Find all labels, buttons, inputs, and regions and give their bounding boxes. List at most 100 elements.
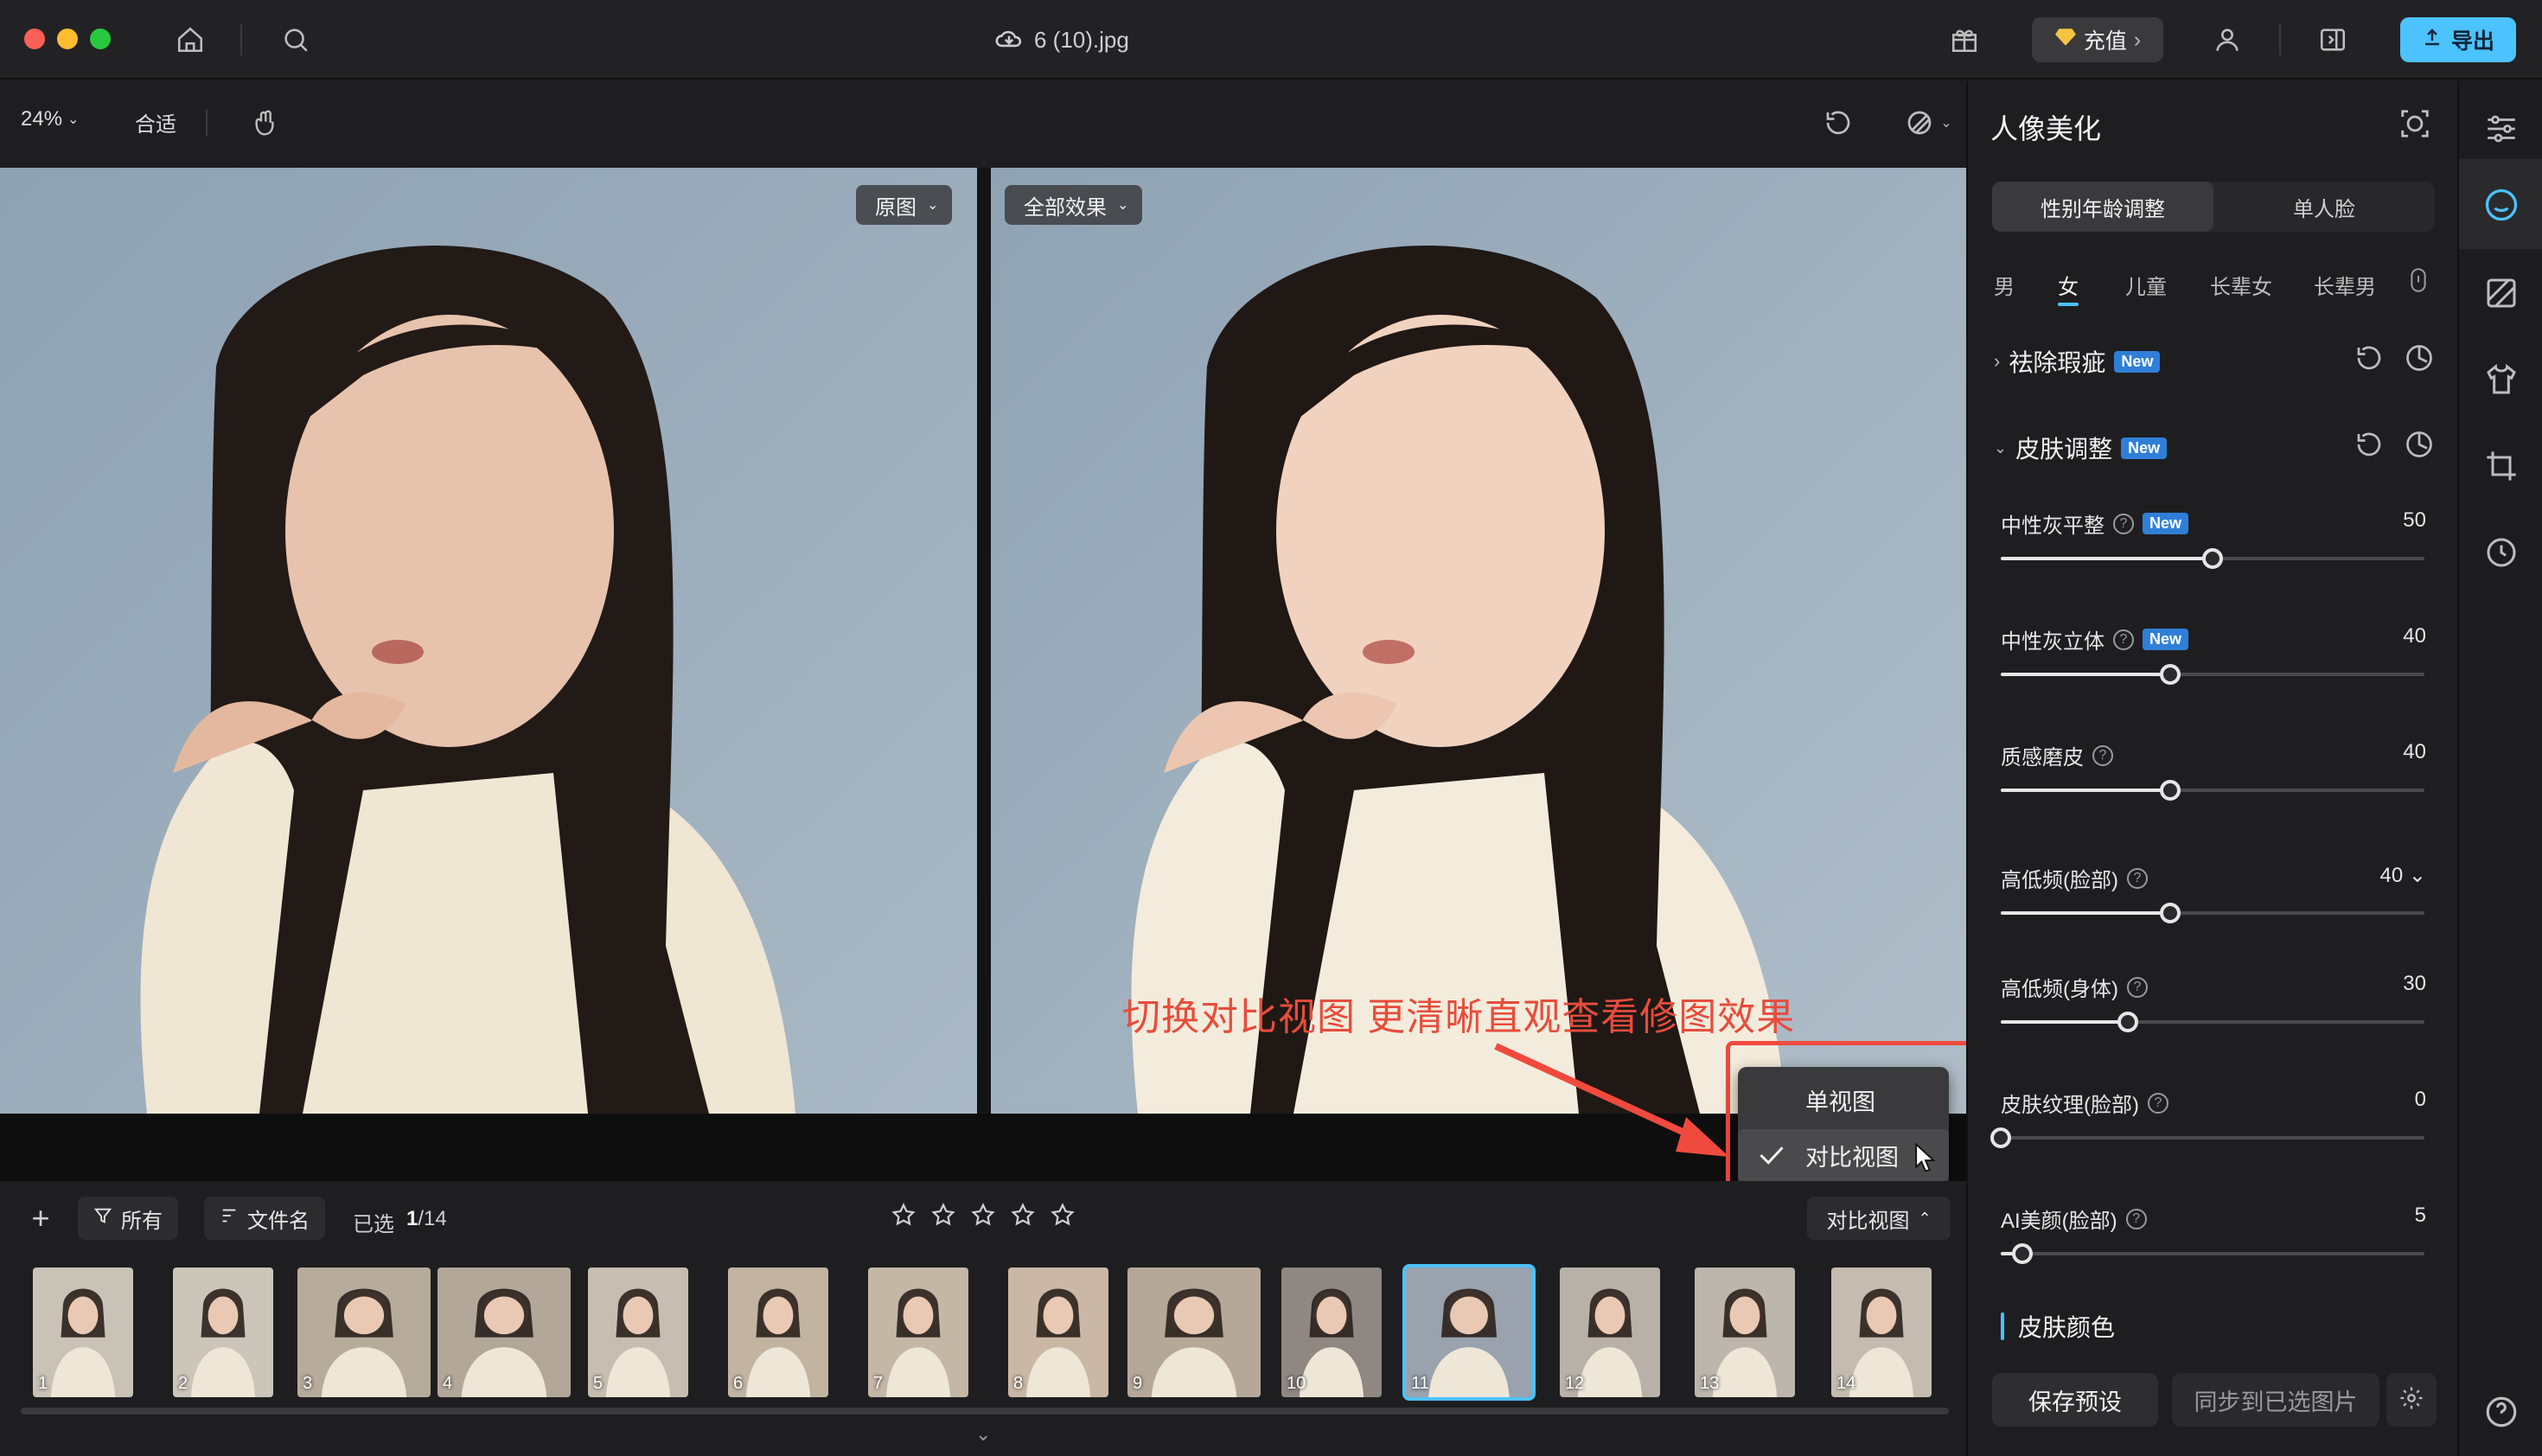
face-detect-icon[interactable] — [2398, 107, 2431, 144]
help-icon[interactable]: ? — [2147, 1092, 2168, 1114]
thumbnail[interactable]: 11 — [1402, 1264, 1536, 1401]
slider-track[interactable] — [2001, 664, 2424, 685]
toggle-effect-icon[interactable] — [2404, 429, 2437, 462]
help-icon[interactable]: ? — [2126, 867, 2148, 889]
section-skin-color[interactable]: 皮肤颜色 — [2001, 1309, 2115, 1344]
recharge-button[interactable]: 充值 › — [2032, 17, 2163, 62]
reset-icon[interactable] — [2354, 342, 2386, 375]
gift-icon[interactable] — [1944, 19, 1985, 61]
thumbnail[interactable]: 6 — [728, 1268, 828, 1397]
help-icon[interactable]: ? — [2113, 513, 2134, 534]
annotation-arrow — [1494, 1043, 1729, 1157]
window-maximize-button[interactable] — [90, 29, 111, 49]
slider-track[interactable] — [2001, 1243, 2424, 1264]
crop-icon[interactable] — [2480, 444, 2523, 488]
thumbnail[interactable]: 9 — [1127, 1268, 1261, 1397]
thumbnail[interactable]: 3 — [297, 1268, 431, 1397]
rating-star-icon[interactable] — [930, 1202, 956, 1232]
window-close-button[interactable] — [24, 29, 45, 49]
slider-label-text: 中性灰平整 — [2001, 514, 2104, 538]
slider-label: 质感磨皮? — [2001, 740, 2113, 770]
user-icon[interactable] — [2207, 19, 2248, 61]
help-icon[interactable]: ? — [2092, 744, 2113, 766]
tab-female[interactable]: 女 — [2058, 270, 2079, 300]
slider-handle[interactable] — [2160, 780, 2181, 801]
sync-selected-button[interactable]: 同步到已选图片 — [2172, 1373, 2379, 1427]
slider-track[interactable] — [2001, 1012, 2424, 1032]
toggle-effect-icon[interactable] — [2404, 342, 2437, 375]
slider-handle[interactable] — [2202, 548, 2223, 569]
tab-male[interactable]: 男 — [1994, 270, 2015, 300]
info-icon[interactable] — [2409, 268, 2428, 297]
slider-value: 40 — [2403, 624, 2426, 648]
slider-track[interactable] — [2001, 903, 2424, 923]
view-menu-item-compare[interactable]: 对比视图 — [1738, 1129, 1949, 1181]
adjustments-icon[interactable] — [2480, 107, 2523, 150]
window-minimize-button[interactable] — [57, 29, 78, 49]
compare-view-button[interactable]: 对比视图 ⌃ — [1807, 1197, 1951, 1240]
help-icon[interactable]: ? — [2125, 1208, 2147, 1229]
clothing-icon[interactable] — [2480, 358, 2523, 401]
segment-gender-age[interactable]: 性别年龄调整 — [1992, 182, 2213, 232]
mask-edit-icon[interactable] — [2480, 271, 2523, 315]
slider-handle[interactable] — [2160, 664, 2181, 685]
collapse-chevron-icon[interactable]: ⌄ — [975, 1423, 991, 1446]
view-menu-item-single[interactable]: 单视图 — [1738, 1074, 1949, 1126]
export-button[interactable]: 导出 — [2400, 17, 2516, 62]
reset-rotate-icon[interactable] — [1817, 102, 1859, 144]
portrait-panel: 人像美化 性别年龄调整 单人脸 男 女 儿童 长辈女 长辈男 › 祛除瑕疵 Ne… — [1966, 81, 2457, 1456]
thumbnail[interactable]: 4 — [438, 1268, 571, 1397]
home-icon[interactable] — [169, 19, 211, 61]
help-icon[interactable]: ? — [2126, 976, 2148, 998]
panel-toggle-icon[interactable] — [2312, 19, 2354, 61]
compare-divider[interactable] — [977, 168, 991, 1114]
rating-star-icon[interactable] — [891, 1202, 917, 1232]
section-blemish[interactable]: › 祛除瑕疵 New — [1994, 344, 2161, 379]
thumbnail[interactable]: 7 — [868, 1268, 968, 1397]
slider-handle[interactable] — [2160, 903, 2181, 923]
portrait-face-icon[interactable] — [2480, 183, 2523, 227]
fit-button[interactable]: 合适 — [135, 107, 176, 137]
tab-elder-female[interactable]: 长辈女 — [2210, 270, 2272, 300]
right-view-select[interactable]: 全部效果 ⌄ — [1005, 185, 1143, 225]
thumbnail[interactable]: 1 — [33, 1268, 133, 1397]
filmstrip-scrollbar[interactable] — [21, 1408, 1949, 1414]
history-icon[interactable] — [2480, 531, 2523, 574]
tab-children[interactable]: 儿童 — [2125, 270, 2167, 300]
thumbnail-number: 12 — [1565, 1374, 1585, 1393]
search-icon[interactable] — [275, 19, 316, 61]
rating-star-icon[interactable] — [1010, 1202, 1036, 1232]
section-skin[interactable]: ⌄ 皮肤调整 New — [1994, 431, 2168, 465]
thumbnail[interactable]: 8 — [1008, 1268, 1108, 1397]
thumbnail[interactable]: 14 — [1831, 1268, 1932, 1397]
thumbnail[interactable]: 2 — [173, 1268, 273, 1397]
help-icon[interactable]: ? — [2113, 629, 2134, 650]
slider-handle[interactable] — [2117, 1012, 2138, 1032]
rating-star-icon[interactable] — [970, 1202, 996, 1232]
slider-handle[interactable] — [1990, 1127, 2011, 1148]
left-view-select[interactable]: 原图 ⌄ — [856, 185, 953, 225]
thumbnail[interactable]: 5 — [588, 1268, 688, 1397]
zoom-select[interactable]: 24% ⌄ — [21, 107, 79, 131]
tab-elder-male[interactable]: 长辈男 — [2314, 270, 2376, 300]
settings-button[interactable] — [2386, 1373, 2437, 1427]
segment-single-face[interactable]: 单人脸 — [2213, 182, 2435, 232]
slider-value[interactable]: 40 ⌄ — [2380, 863, 2426, 888]
slider-handle[interactable] — [2011, 1243, 2033, 1264]
add-photo-button[interactable]: + — [19, 1197, 62, 1240]
sort-button[interactable]: 文件名 — [204, 1197, 325, 1240]
overlay-mode-icon[interactable]: ⌄ — [1894, 102, 1963, 144]
slider-label: 高低频(脸部)? — [2001, 863, 2148, 893]
save-preset-button[interactable]: 保存预设 — [1992, 1373, 2158, 1427]
thumbnail[interactable]: 10 — [1281, 1268, 1382, 1397]
filter-button[interactable]: 所有 — [78, 1197, 178, 1240]
slider-track[interactable] — [2001, 548, 2424, 569]
thumbnail[interactable]: 12 — [1560, 1268, 1660, 1397]
slider-track[interactable] — [1990, 1127, 2424, 1148]
hand-tool-icon[interactable] — [244, 102, 285, 144]
reset-icon[interactable] — [2354, 429, 2386, 462]
help-icon[interactable] — [2480, 1390, 2523, 1434]
slider-track[interactable] — [2001, 780, 2424, 801]
thumbnail[interactable]: 13 — [1695, 1268, 1795, 1397]
rating-star-icon[interactable] — [1050, 1202, 1076, 1232]
